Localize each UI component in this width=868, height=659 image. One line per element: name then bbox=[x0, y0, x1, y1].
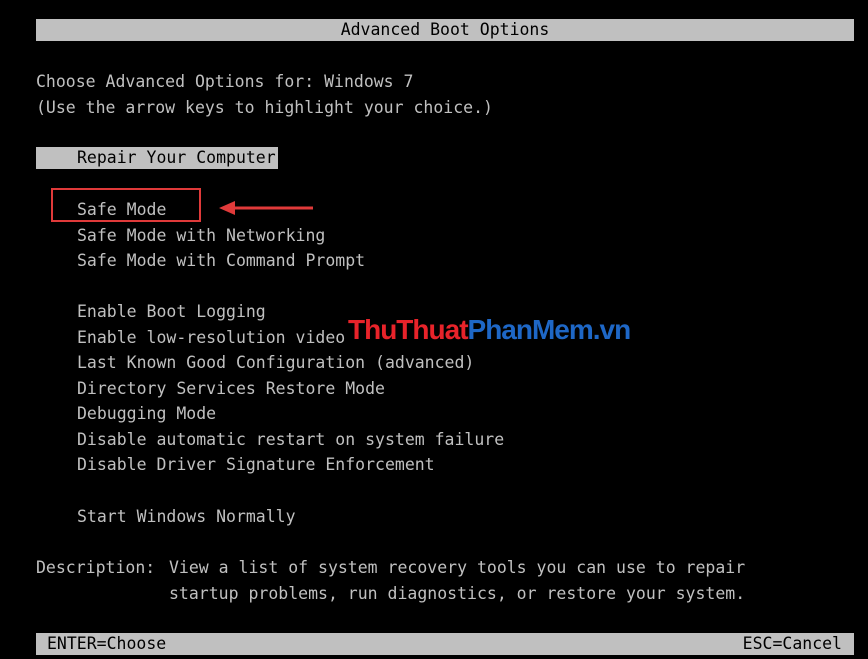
menu-item-safe-mode-networking[interactable]: Safe Mode with Networking bbox=[77, 225, 325, 247]
intro-line-2: (Use the arrow keys to highlight your ch… bbox=[36, 98, 493, 117]
menu-item-enable-low-res-video[interactable]: Enable low-resolution video bbox=[77, 327, 345, 349]
title-bar: Advanced Boot Options bbox=[36, 19, 854, 41]
intro-line-1: Choose Advanced Options for: Windows 7 bbox=[36, 72, 414, 91]
menu-item-debugging-mode[interactable]: Debugging Mode bbox=[77, 403, 216, 425]
menu-item-directory-services-restore[interactable]: Directory Services Restore Mode bbox=[77, 378, 385, 400]
menu-item-repair-your-computer[interactable]: Repair Your Computer bbox=[36, 147, 278, 169]
menu-item-start-windows-normally[interactable]: Start Windows Normally bbox=[77, 506, 296, 528]
annotation-arrow-icon bbox=[219, 201, 313, 215]
menu-item-disable-auto-restart[interactable]: Disable automatic restart on system fail… bbox=[77, 429, 504, 451]
menu-item-disable-driver-signature[interactable]: Disable Driver Signature Enforcement bbox=[77, 454, 435, 476]
highlight-box bbox=[51, 188, 201, 222]
footer-esc-hint: ESC=Cancel bbox=[742, 634, 842, 653]
menu-item-safe-mode-command-prompt[interactable]: Safe Mode with Command Prompt bbox=[77, 250, 365, 272]
footer-bar: ENTER=Choose ESC=Cancel bbox=[36, 633, 854, 655]
description-line-2: startup problems, run diagnostics, or re… bbox=[169, 584, 746, 603]
footer-enter-hint: ENTER=Choose bbox=[47, 634, 167, 653]
watermark-logo: ThuThuatPhanMem.vn bbox=[348, 314, 631, 345]
menu-item-last-known-good[interactable]: Last Known Good Configuration (advanced) bbox=[77, 352, 474, 374]
description-line-1: View a list of system recovery tools you… bbox=[169, 558, 746, 577]
description-label: Description: bbox=[36, 558, 156, 577]
menu-item-enable-boot-logging[interactable]: Enable Boot Logging bbox=[77, 301, 266, 323]
